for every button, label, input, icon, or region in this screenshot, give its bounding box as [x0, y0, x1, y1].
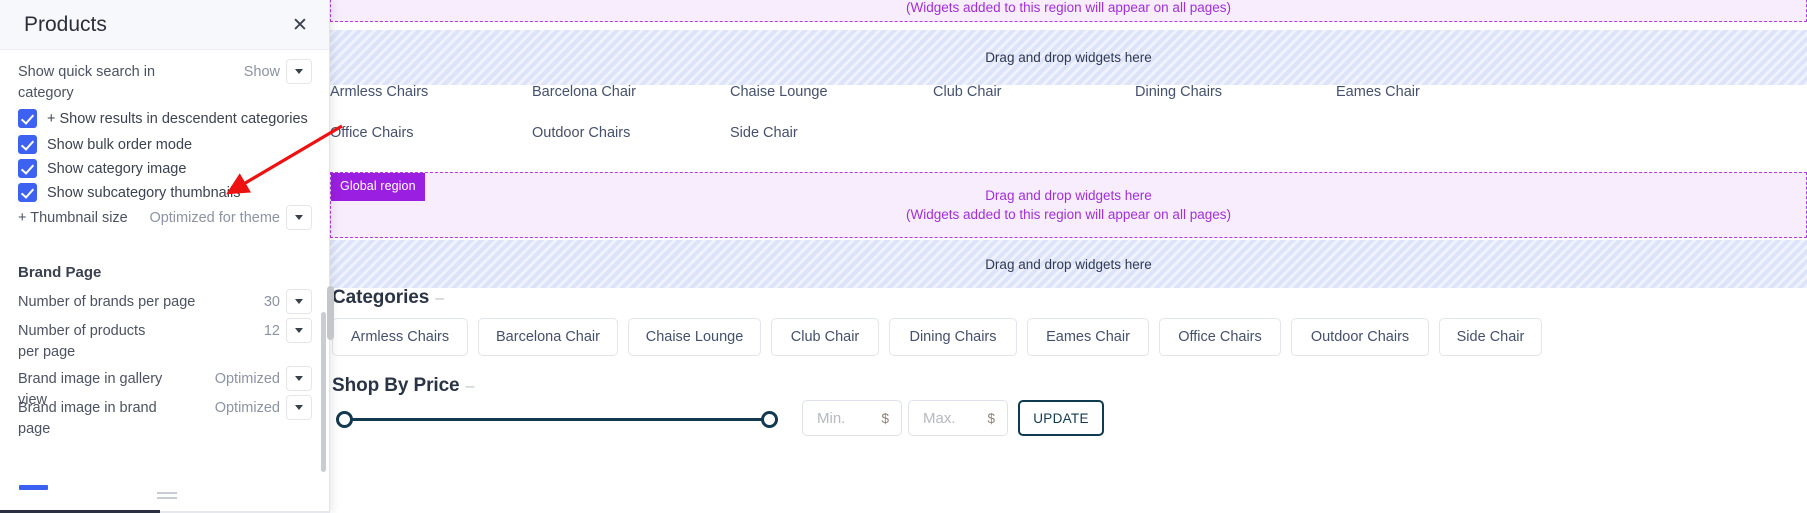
chevron-down-icon[interactable] — [286, 395, 312, 420]
setting-value: Optimized — [214, 400, 280, 416]
category-button[interactable]: Armless Chairs — [332, 318, 468, 356]
shop-by-price-collapse-dash[interactable]: – — [466, 378, 475, 395]
checkbox[interactable] — [18, 109, 37, 128]
chevron-down-icon[interactable] — [286, 289, 312, 314]
category-button[interactable]: Chaise Lounge — [628, 318, 761, 356]
drop-text: Drag and drop widgets here — [985, 50, 1152, 65]
categories-heading: Categories – — [332, 287, 444, 309]
checkbox[interactable] — [18, 183, 37, 202]
checkbox-row-category-image[interactable]: Show category image — [18, 159, 186, 178]
setting-label: Number of brands per page — [18, 294, 196, 310]
shop-by-price-heading: Shop By Price – — [332, 375, 474, 397]
checkbox[interactable] — [18, 135, 37, 154]
widget-region-drop-1[interactable]: Drag and drop widgets here — [330, 30, 1807, 85]
widget-region-global-top[interactable]: (Widgets added to this region will appea… — [330, 0, 1807, 22]
category-button-row: Armless Chairs Barcelona Chair Chaise Lo… — [330, 318, 1807, 358]
storefront-preview: (Widgets added to this region will appea… — [330, 0, 1807, 513]
category-link[interactable]: Eames Chair — [1336, 84, 1420, 100]
categories-heading-text: Categories — [332, 287, 430, 308]
products-settings-panel: Products ✕ Show quick search in category… — [0, 0, 330, 513]
checkbox-row-bulk-order-mode[interactable]: Show bulk order mode — [18, 135, 192, 154]
category-link[interactable]: Barcelona Chair — [532, 84, 636, 100]
category-link[interactable]: Side Chair — [730, 125, 798, 141]
setting-row-quick-search: Show quick search in category Show — [18, 59, 312, 104]
currency-symbol: $ — [881, 410, 889, 426]
category-link[interactable]: Office Chairs — [330, 125, 414, 141]
category-button[interactable]: Side Chair — [1439, 318, 1542, 356]
setting-row-brand-image-brand-page: Brand image in brand page Optimized — [18, 395, 312, 440]
category-link[interactable]: Dining Chairs — [1135, 84, 1222, 100]
category-link[interactable]: Club Chair — [933, 84, 1002, 100]
chevron-down-icon[interactable] — [286, 59, 312, 84]
setting-row-brands-per-page: Number of brands per page 30 — [18, 289, 312, 314]
setting-value: Optimized for theme — [149, 210, 280, 226]
drop-text: Drag and drop widgets here — [985, 256, 1152, 272]
region-note-text: (Widgets added to this region will appea… — [906, 0, 1231, 15]
widget-region-drop-2[interactable]: Drag and drop widgets here — [330, 240, 1807, 288]
global-region-badge: Global region — [331, 173, 425, 201]
shop-by-price-heading-text: Shop By Price — [332, 375, 460, 396]
chevron-down-icon[interactable] — [286, 366, 312, 391]
category-button[interactable]: Club Chair — [771, 318, 879, 356]
category-link[interactable]: Chaise Lounge — [730, 84, 828, 100]
page-title: Products — [24, 12, 107, 36]
checkbox-label: + Show results in descendent categories — [47, 110, 308, 127]
currency-symbol: $ — [987, 410, 995, 426]
category-button[interactable]: Outdoor Chairs — [1291, 318, 1429, 356]
setting-value: Show — [243, 64, 280, 80]
price-range-slider[interactable] — [336, 404, 778, 436]
setting-label: Number of products per page — [18, 323, 146, 360]
checkbox-row-descendent-categories[interactable]: + Show results in descendent categories — [18, 109, 308, 128]
setting-row-products-per-page: Number of products per page 12 — [18, 318, 312, 363]
category-button[interactable]: Barcelona Chair — [478, 318, 618, 356]
page-scrollbar[interactable] — [326, 0, 335, 513]
section-title-brand-page: Brand Page — [18, 264, 102, 281]
page-scrollbar-thumb[interactable] — [327, 286, 334, 340]
close-icon[interactable]: ✕ — [289, 14, 311, 36]
setting-row-thumbnail-size: + Thumbnail size Optimized for theme — [18, 205, 312, 230]
setting-label: Brand image in brand page — [18, 400, 157, 437]
price-min-placeholder: Min. — [817, 409, 846, 427]
category-button[interactable]: Office Chairs — [1159, 318, 1281, 356]
checkbox[interactable] — [18, 159, 37, 178]
chevron-down-icon[interactable] — [286, 318, 312, 343]
chevron-down-icon[interactable] — [286, 205, 312, 230]
panel-resize-grip[interactable] — [157, 492, 177, 501]
slider-knob-min[interactable] — [336, 411, 353, 428]
panel-header: Products ✕ — [0, 0, 329, 50]
category-link[interactable]: Armless Chairs — [330, 84, 428, 100]
setting-label: Show quick search in category — [18, 64, 156, 101]
global-region-line-2: (Widgets added to this region will appea… — [906, 207, 1231, 222]
category-button[interactable]: Eames Chair — [1027, 318, 1149, 356]
panel-body: Show quick search in category Show + Sho… — [0, 50, 329, 513]
category-button[interactable]: Dining Chairs — [889, 318, 1017, 356]
checkbox-label: Show bulk order mode — [47, 136, 193, 153]
panel-accent-bar — [19, 485, 48, 490]
category-link[interactable]: Outdoor Chairs — [532, 125, 630, 141]
setting-value: 30 — [263, 294, 280, 310]
price-min-input[interactable]: Min. $ — [802, 400, 902, 436]
checkbox-label: Show category image — [47, 160, 187, 177]
categories-collapse-dash[interactable]: – — [435, 290, 444, 307]
slider-knob-max[interactable] — [761, 411, 778, 428]
checkbox-label: Show subcategory thumbnails — [47, 184, 241, 201]
setting-label: + Thumbnail size — [18, 210, 128, 226]
setting-value: Optimized — [214, 371, 280, 387]
widget-region-global[interactable]: Global region Drag and drop widgets here… — [330, 172, 1807, 238]
setting-value: 12 — [263, 323, 280, 339]
price-max-placeholder: Max. — [923, 409, 956, 427]
price-max-input[interactable]: Max. $ — [908, 400, 1008, 436]
update-price-button[interactable]: UPDATE — [1018, 400, 1104, 436]
category-link-grid: Armless Chairs Barcelona Chair Chaise Lo… — [330, 78, 1807, 156]
screen: (Widgets added to this region will appea… — [0, 0, 1807, 513]
checkbox-row-subcategory-thumbnails[interactable]: Show subcategory thumbnails — [18, 183, 240, 202]
slider-track — [344, 418, 770, 421]
global-region-line-1: Drag and drop widgets here — [985, 188, 1152, 203]
